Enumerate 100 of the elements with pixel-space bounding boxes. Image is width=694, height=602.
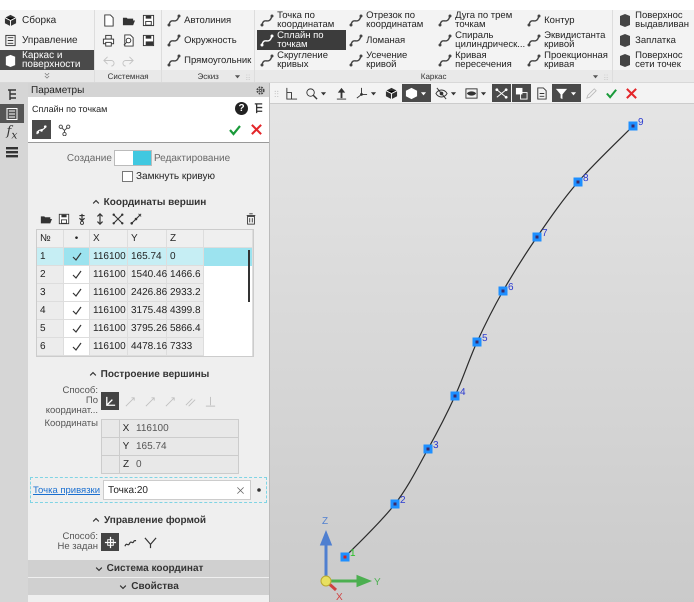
surface-icon bbox=[618, 13, 632, 27]
side-tab[interactable]: f$_{x}$ bbox=[0, 123, 24, 142]
command-button[interactable]: Поверхнос выдавливан bbox=[615, 10, 692, 30]
command-button[interactable]: Эквидистанта кривой bbox=[524, 30, 610, 50]
vertex-marker[interactable] bbox=[574, 178, 582, 186]
axis-label: Y bbox=[374, 577, 381, 588]
ribbon-tab[interactable]: Управление bbox=[0, 30, 94, 50]
method-button[interactable] bbox=[101, 392, 119, 410]
save-icon[interactable] bbox=[58, 213, 70, 225]
switch-label: Создание bbox=[66, 152, 112, 164]
column-header: X bbox=[90, 230, 128, 248]
help-button[interactable]: ? bbox=[235, 102, 248, 115]
viewport[interactable]: Z Y X 1 2 3 4 5 6 7 8 9 bbox=[270, 104, 694, 602]
ribbon-tab[interactable]: Каркас и поверхности bbox=[0, 50, 94, 70]
mode-switch[interactable] bbox=[114, 150, 152, 166]
vertex-marker[interactable] bbox=[340, 552, 350, 562]
settings-icon[interactable] bbox=[255, 84, 266, 96]
command-button[interactable]: Точка по координатам bbox=[257, 10, 346, 30]
section-bar[interactable]: Свойства bbox=[28, 578, 269, 595]
ok-button[interactable] bbox=[226, 122, 244, 136]
filter-icon bbox=[555, 86, 568, 100]
check-cell[interactable] bbox=[64, 338, 90, 356]
command-button[interactable]: Окружность bbox=[164, 30, 252, 50]
command-button[interactable]: Сплайн по точкам bbox=[257, 30, 346, 50]
cross-nodes-icon[interactable] bbox=[112, 213, 124, 225]
vertex-marker[interactable] bbox=[450, 392, 460, 400]
vertex-number: 7 bbox=[542, 228, 548, 239]
squares-icon bbox=[515, 86, 528, 100]
clear-icon[interactable] bbox=[235, 484, 246, 496]
grip-icon bbox=[602, 72, 610, 80]
checkbox[interactable] bbox=[122, 170, 133, 182]
command-button[interactable]: Скругление кривых bbox=[257, 50, 346, 70]
vertex-marker[interactable] bbox=[424, 444, 432, 454]
insert-icon[interactable] bbox=[76, 213, 88, 225]
command-button[interactable]: Ломаная bbox=[346, 30, 436, 50]
save-icon[interactable] bbox=[142, 34, 155, 46]
column-header: • bbox=[64, 230, 90, 248]
curve-icon bbox=[349, 33, 364, 47]
command-button[interactable]: Заплатка bbox=[615, 30, 692, 50]
command-button[interactable]: Автолиния bbox=[164, 10, 252, 30]
move-icon[interactable] bbox=[94, 213, 106, 225]
section-header[interactable]: Построение вершины bbox=[36, 365, 261, 383]
command-button[interactable]: Усечение кривой bbox=[346, 50, 436, 70]
fork-icon bbox=[144, 536, 156, 548]
anchor-link[interactable]: Точка привязки bbox=[33, 484, 100, 496]
check-cell[interactable] bbox=[64, 284, 90, 302]
node-link-icon[interactable] bbox=[130, 213, 142, 225]
new-file-icon[interactable] bbox=[102, 14, 115, 26]
filter-button[interactable] bbox=[552, 84, 581, 102]
coordinate-field[interactable]: 165.74 bbox=[132, 438, 238, 455]
save-icon[interactable] bbox=[142, 14, 155, 26]
side-tab[interactable] bbox=[0, 104, 24, 123]
surface-icon bbox=[4, 54, 17, 66]
command-button[interactable]: Спираль цилиндрическ... bbox=[435, 30, 524, 50]
command-button[interactable]: Отрезок по координатам bbox=[346, 10, 436, 30]
check-cell[interactable] bbox=[64, 266, 90, 284]
method-button[interactable] bbox=[101, 533, 119, 551]
check-icon bbox=[605, 86, 618, 100]
curve-icon bbox=[438, 53, 452, 67]
tree-icon[interactable] bbox=[252, 102, 265, 115]
vertex-marker[interactable] bbox=[472, 338, 482, 346]
table-cell: 3175.48 bbox=[128, 302, 167, 320]
section-bar[interactable]: Система координат bbox=[28, 560, 269, 577]
command-button[interactable]: Проекционная кривая bbox=[524, 50, 610, 70]
document-magnifier-icon[interactable] bbox=[122, 34, 135, 46]
section-header[interactable]: Координаты вершин bbox=[36, 193, 261, 211]
shading-button[interactable] bbox=[402, 84, 431, 102]
scrollbar[interactable] bbox=[248, 250, 250, 302]
coordinate-field[interactable]: 116100 bbox=[132, 420, 238, 437]
trash-icon[interactable] bbox=[245, 213, 257, 225]
ribbon-tab[interactable]: Сборка bbox=[0, 10, 94, 30]
coordinate-field[interactable]: 0 bbox=[132, 456, 238, 473]
section-header[interactable]: Управление формой bbox=[36, 511, 261, 529]
vertex-marker[interactable] bbox=[532, 232, 542, 242]
caret-icon[interactable] bbox=[591, 72, 600, 81]
vertex-marker[interactable] bbox=[628, 122, 638, 130]
curve-icon bbox=[349, 53, 364, 67]
curve-icon bbox=[438, 33, 452, 47]
vertex-number: 9 bbox=[638, 117, 644, 128]
table-cell: 116100 bbox=[90, 266, 128, 284]
command-button[interactable]: Дуга по трем точкам bbox=[435, 10, 524, 30]
vertex-marker[interactable] bbox=[498, 286, 508, 296]
command-button[interactable]: Поверхнос сети точек bbox=[615, 50, 692, 70]
vertex-marker[interactable] bbox=[390, 500, 400, 508]
mode-button[interactable] bbox=[32, 120, 51, 139]
nodes-button[interactable] bbox=[492, 84, 511, 102]
anchor-field[interactable]: Точка:20 bbox=[103, 480, 251, 500]
caret-icon[interactable] bbox=[233, 72, 242, 81]
check-cell[interactable] bbox=[64, 320, 90, 338]
check-cell[interactable] bbox=[64, 248, 90, 266]
column-header: Y bbox=[128, 230, 167, 248]
command-button[interactable]: Кривая пересечения bbox=[435, 50, 524, 70]
printer-icon[interactable] bbox=[102, 34, 115, 46]
parts-button[interactable] bbox=[512, 84, 531, 102]
command-button[interactable]: Прямоугольник bbox=[164, 50, 252, 70]
check-cell[interactable] bbox=[64, 302, 90, 320]
expand-icon[interactable] bbox=[42, 71, 52, 81]
command-button[interactable]: Контур bbox=[524, 10, 610, 30]
zoom-icon bbox=[305, 86, 318, 100]
table-cell: 116100 bbox=[90, 338, 128, 356]
